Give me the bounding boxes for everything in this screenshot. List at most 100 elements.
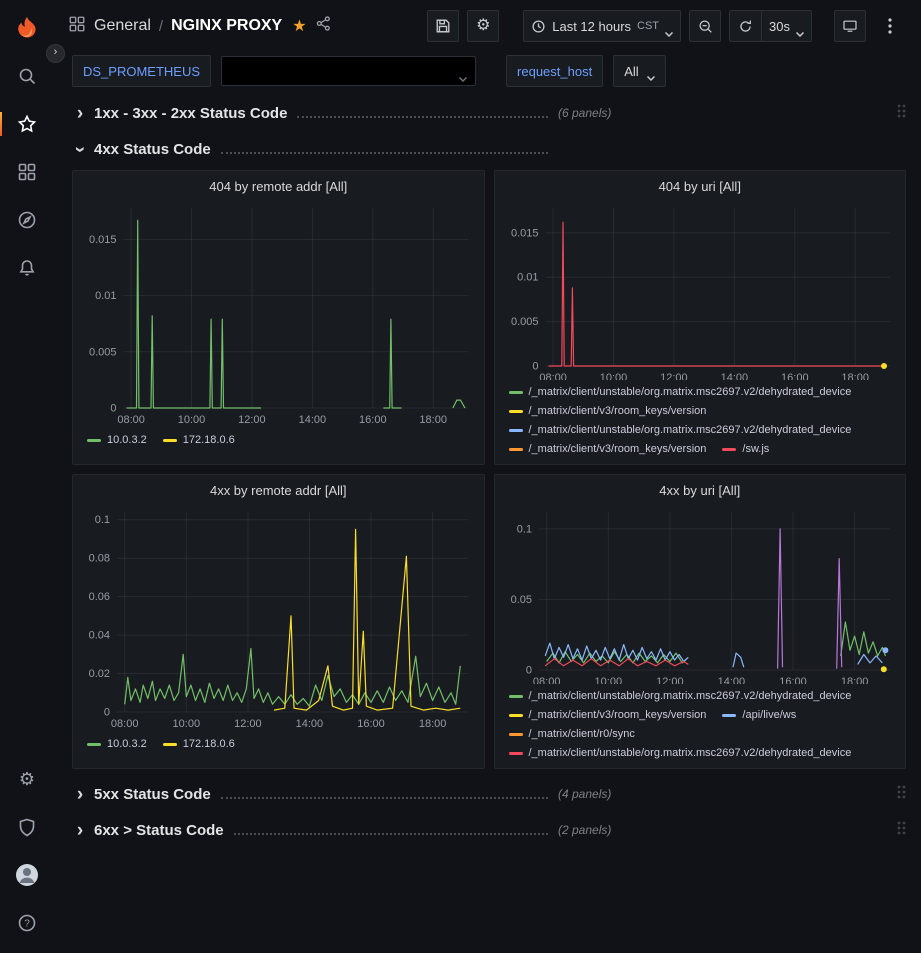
bell-icon — [17, 258, 37, 278]
datasource-variable-label[interactable]: DS_PROMETHEUS — [72, 55, 211, 87]
search-icon — [17, 66, 37, 86]
time-picker-button[interactable]: Last 12 hours CST — [523, 10, 681, 42]
chevron-right-icon: › — [72, 104, 88, 123]
zoom-out-time-button[interactable] — [689, 10, 721, 42]
legend-series-label: /_matrix/client/unstable/org.matrix.msc2… — [529, 422, 852, 439]
share-icon[interactable] — [315, 15, 332, 37]
sidebar-item-profile[interactable] — [0, 851, 54, 899]
legend-series-marker — [87, 439, 101, 442]
legend-item[interactable]: /_matrix/client/unstable/org.matrix.msc2… — [509, 688, 852, 705]
svg-text:12:00: 12:00 — [660, 372, 688, 380]
sidebar-item-server-admin[interactable] — [0, 803, 54, 851]
row-dots — [234, 832, 548, 835]
svg-text:0.04: 0.04 — [89, 630, 110, 642]
request-host-variable-label[interactable]: request_host — [506, 55, 603, 87]
row-dots — [297, 115, 548, 118]
save-dashboard-button[interactable] — [427, 10, 459, 42]
svg-text:0.01: 0.01 — [95, 290, 116, 302]
svg-text:10:00: 10:00 — [178, 414, 206, 426]
panel-title[interactable]: 404 by remote addr [All] — [81, 177, 476, 200]
monitor-icon — [842, 18, 858, 34]
favorite-star-icon[interactable]: ★ — [292, 16, 306, 36]
row-drag-handle[interactable] — [896, 820, 906, 841]
panel-title[interactable]: 404 by uri [All] — [503, 177, 898, 200]
row-drag-handle[interactable] — [896, 784, 906, 805]
sidebar-item-search[interactable] — [0, 52, 54, 100]
legend-series-label: /api/live/ws — [742, 707, 796, 724]
legend-item[interactable]: /_matrix/client/v3/room_keys/version — [509, 403, 707, 420]
legend-item[interactable]: 172.18.0.6 — [163, 736, 235, 753]
legend-item[interactable]: /api/live/ws — [722, 707, 796, 724]
svg-text:0.015: 0.015 — [510, 227, 538, 239]
row-header-5xx[interactable]: › 5xx Status Code (4 panels) — [72, 779, 906, 809]
tv-mode-button[interactable] — [834, 10, 866, 42]
zoom-out-icon — [698, 19, 713, 34]
sidebar-item-starred[interactable] — [0, 100, 54, 148]
legend-series-marker — [722, 714, 736, 717]
legend-item[interactable]: /_matrix/client/unstable/org.matrix.msc2… — [509, 745, 852, 762]
row-dots — [221, 796, 548, 799]
legend-item[interactable]: 10.0.3.2 — [87, 432, 147, 449]
time-series-chart[interactable]: 00.0050.010.01508:0010:0012:0014:0016:00… — [81, 200, 478, 428]
panel-4xx-by-remote-addr: 4xx by remote addr [All] 00.020.040.060.… — [72, 474, 485, 769]
svg-text:10:00: 10:00 — [594, 676, 622, 684]
panel-legend: /_matrix/client/unstable/org.matrix.msc2… — [503, 684, 898, 762]
svg-text:18:00: 18:00 — [419, 414, 447, 426]
dashboard-settings-button[interactable]: ⚙ — [467, 10, 499, 42]
row-drag-handle[interactable] — [896, 103, 906, 124]
svg-text:0.01: 0.01 — [517, 272, 538, 284]
svg-text:12:00: 12:00 — [234, 718, 262, 730]
legend-item[interactable]: /sw.js — [722, 441, 769, 458]
legend-item[interactable]: 172.18.0.6 — [163, 432, 235, 449]
legend-item[interactable]: /_matrix/client/v3/room_keys/version — [509, 441, 707, 458]
svg-text:0.02: 0.02 — [89, 668, 110, 680]
time-series-chart[interactable]: 00.050.108:0010:0012:0014:0016:0018:00 — [503, 504, 900, 684]
svg-text:14:00: 14:00 — [717, 676, 745, 684]
refresh-interval-select[interactable]: 30s — [761, 10, 812, 42]
sidebar-item-explore[interactable] — [0, 196, 54, 244]
sidebar-item-dashboards[interactable] — [0, 148, 54, 196]
svg-text:12:00: 12:00 — [656, 676, 684, 684]
legend-item[interactable]: 10.0.3.2 — [87, 736, 147, 753]
time-range-label: Last 12 hours — [552, 19, 631, 34]
gear-icon: ⚙ — [19, 770, 35, 788]
legend-item[interactable]: /_matrix/client/r0/sync — [509, 726, 635, 743]
svg-text:18:00: 18:00 — [841, 372, 869, 380]
time-series-chart[interactable]: 00.020.040.060.080.108:0010:0012:0014:00… — [81, 504, 478, 732]
sidebar-item-configuration[interactable]: ⚙ — [0, 755, 54, 803]
row-panel-count: (6 panels) — [558, 106, 611, 120]
row-header-1xx-3xx-2xx[interactable]: › 1xx - 3xx - 2xx Status Code (6 panels) — [72, 98, 906, 128]
svg-text:16:00: 16:00 — [357, 718, 385, 730]
svg-text:08:00: 08:00 — [117, 414, 145, 426]
panel-404-by-remote-addr: 404 by remote addr [All] 00.0050.010.015… — [72, 170, 485, 465]
svg-text:14:00: 14:00 — [720, 372, 748, 380]
row-dots — [221, 151, 548, 154]
sidebar-expand-button[interactable]: › — [46, 44, 65, 63]
refresh-button[interactable] — [729, 10, 761, 42]
row-header-6xx[interactable]: › 6xx > Status Code (2 panels) — [72, 815, 906, 845]
legend-item[interactable]: /_matrix/client/v3/room_keys/version — [509, 707, 707, 724]
time-series-chart[interactable]: 00.0050.010.01508:0010:0012:0014:0016:00… — [503, 200, 900, 380]
legend-series-marker — [509, 410, 523, 413]
panel-title[interactable]: 4xx by uri [All] — [503, 481, 898, 504]
legend-item[interactable]: /_matrix/client/unstable/org.matrix.msc2… — [509, 384, 852, 401]
svg-text:0.1: 0.1 — [516, 523, 531, 535]
row-header-4xx[interactable]: › 4xx Status Code — [72, 134, 906, 164]
breadcrumb-separator: / — [159, 18, 163, 35]
more-options-button[interactable] — [874, 10, 906, 42]
legend-item[interactable]: /_matrix/client/unstable/org.matrix.msc2… — [509, 422, 852, 439]
star-icon — [17, 114, 37, 134]
panel-title[interactable]: 4xx by remote addr [All] — [81, 481, 476, 504]
main-area: General / NGINX PROXY ★ ⚙ Last 12 ho — [54, 0, 921, 953]
row-title: 5xx Status Code — [94, 786, 211, 803]
sidebar-item-alerting[interactable] — [0, 244, 54, 292]
chevron-down-icon — [647, 69, 655, 74]
legend-series-marker — [509, 695, 523, 698]
request-host-variable-select[interactable]: All — [613, 55, 665, 87]
grafana-logo-icon[interactable] — [12, 8, 42, 52]
datasource-variable-select[interactable] — [221, 56, 476, 86]
dashboards-grid-icon — [17, 162, 37, 182]
dashboard-title[interactable]: NGINX PROXY — [171, 17, 282, 35]
sidebar-item-help[interactable]: ? — [0, 899, 54, 947]
breadcrumb-folder[interactable]: General — [94, 17, 151, 35]
